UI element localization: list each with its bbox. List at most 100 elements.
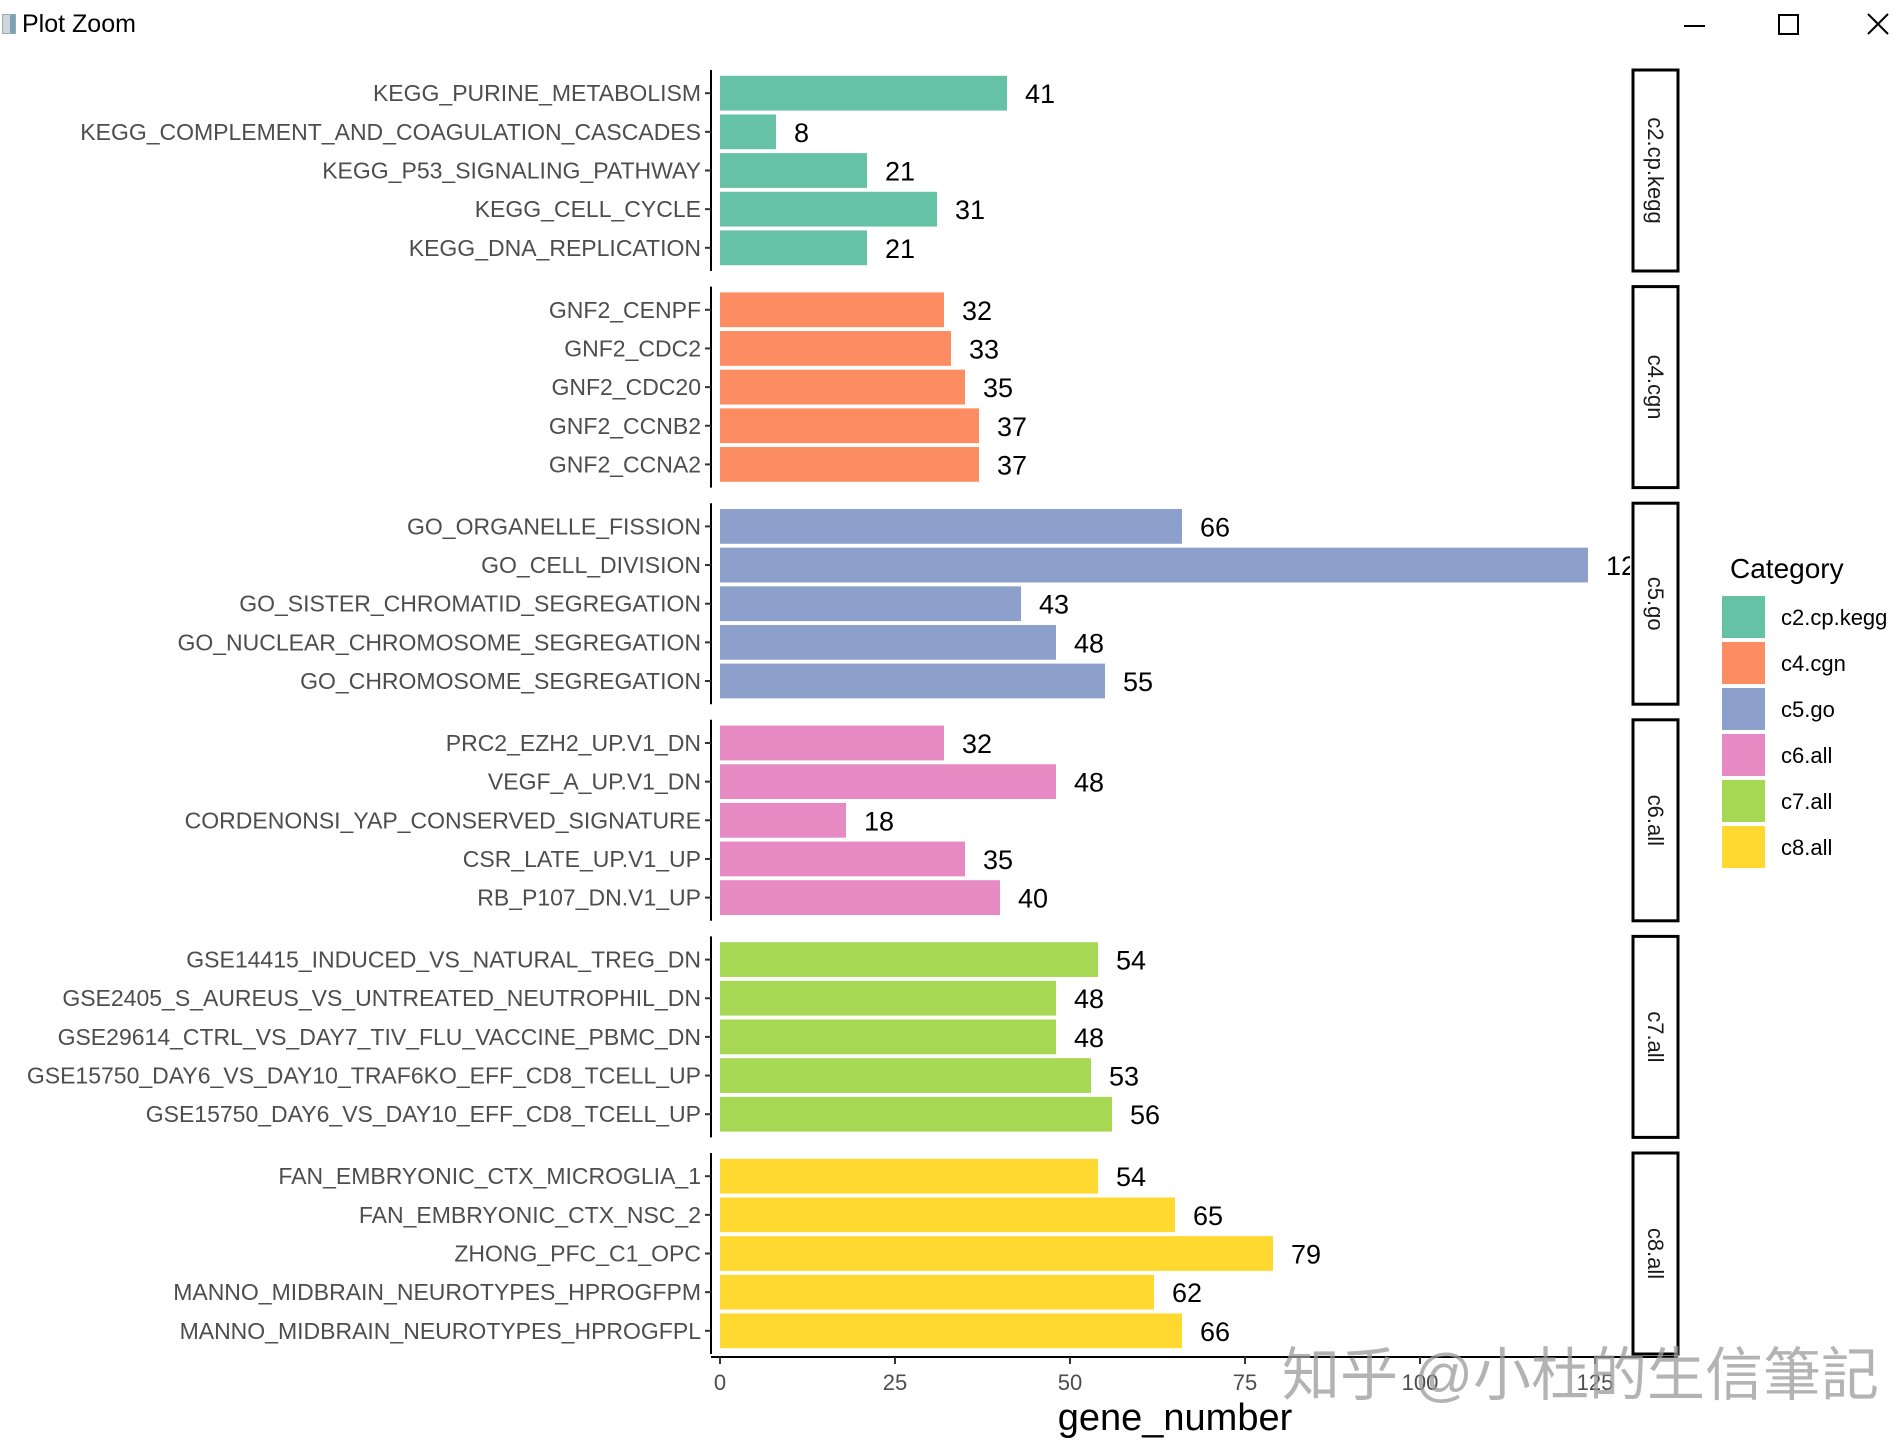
legend-label: c5.go bbox=[1781, 697, 1835, 722]
y-tick-label: MANNO_MIDBRAIN_NEUROTYPES_HPROGFPL bbox=[180, 1318, 702, 1344]
bar-value-label: 56 bbox=[1130, 1100, 1160, 1130]
y-tick-label: GSE15750_DAY6_VS_DAY10_EFF_CD8_TCELL_UP bbox=[146, 1101, 701, 1127]
bar-value-label: 37 bbox=[997, 412, 1027, 442]
y-tick-label: PRC2_EZH2_UP.V1_DN bbox=[446, 730, 701, 756]
bar-value-label: 32 bbox=[962, 729, 992, 759]
bar-value-label: 53 bbox=[1109, 1062, 1139, 1092]
legend: Category c2.cp.kegg c4.cgn c5.go c6.all c7.al… bbox=[1722, 553, 1887, 868]
legend-swatch bbox=[1722, 826, 1765, 868]
bar bbox=[720, 1158, 1098, 1194]
y-tick-label: KEGG_COMPLEMENT_AND_COAGULATION_CASCADES bbox=[80, 119, 701, 145]
x-tick-label: 75 bbox=[1233, 1370, 1257, 1395]
y-tick-label: CORDENONSI_YAP_CONSERVED_SIGNATURE bbox=[185, 807, 701, 833]
bar bbox=[720, 369, 965, 405]
y-tick-label: GSE15750_DAY6_VS_DAY10_TRAF6KO_EFF_CD8_T… bbox=[27, 1063, 701, 1089]
y-tick-label: MANNO_MIDBRAIN_NEUROTYPES_HPROGFPM bbox=[173, 1279, 701, 1305]
bar bbox=[720, 880, 1000, 916]
y-tick-label: GO_NUCLEAR_CHROMOSOME_SEGREGATION bbox=[177, 629, 701, 655]
chart-panels: KEGG_PURINE_METABOLISM 41 KEGG_COMPLEMENT_… bbox=[27, 68, 1680, 1356]
y-tick-label: VEGF_A_UP.V1_DN bbox=[488, 769, 701, 795]
legend-label: c7.all bbox=[1781, 789, 1832, 814]
bar bbox=[720, 725, 944, 761]
y-tick-label: CSR_LATE_UP.V1_UP bbox=[463, 846, 701, 872]
bar bbox=[720, 331, 951, 366]
bar bbox=[720, 114, 776, 150]
facet-panel-c8.all: FAN_EMBRYONIC_CTX_MICROGLIA_1 54 FAN_EMBRY… bbox=[173, 1151, 1680, 1356]
faceted-bar-chart: KEGG_PURINE_METABOLISM 41 KEGG_COMPLEMENT_… bbox=[27, 68, 1887, 1439]
bar bbox=[720, 508, 1182, 544]
facet-panel-c6.all: PRC2_EZH2_UP.V1_DN 32 VEGF_A_UP.V1_DN 48 COR… bbox=[185, 718, 1680, 923]
bar-value-label: 32 bbox=[962, 296, 992, 326]
bar bbox=[720, 1274, 1154, 1310]
bar-value-label: 40 bbox=[1018, 884, 1048, 914]
bar-value-label: 48 bbox=[1074, 1023, 1104, 1053]
y-tick-label: GNF2_CENPF bbox=[549, 297, 701, 323]
facet-strip-label: c7.all bbox=[1643, 1011, 1668, 1062]
x-tick-label: 0 bbox=[714, 1370, 726, 1395]
bar bbox=[720, 1019, 1056, 1055]
facet-strip-label: c4.cgn bbox=[1643, 355, 1668, 420]
x-tick-label: 50 bbox=[1058, 1370, 1082, 1395]
legend-swatch bbox=[1722, 642, 1765, 684]
y-tick-label: KEGG_PURINE_METABOLISM bbox=[373, 80, 701, 106]
facet-panel-c4.cgn: GNF2_CENPF 32 GNF2_CDC2 33 GNF2_CDC20 35 GNF2_… bbox=[549, 285, 1680, 490]
bar bbox=[720, 764, 1056, 800]
bar-value-label: 55 bbox=[1123, 667, 1153, 697]
bar-value-label: 8 bbox=[794, 118, 809, 148]
bar-value-label: 65 bbox=[1193, 1201, 1223, 1231]
bar bbox=[720, 1058, 1091, 1093]
bar-value-label: 21 bbox=[885, 234, 915, 264]
bar-value-label: 18 bbox=[864, 806, 894, 836]
y-tick-label: GO_SISTER_CHROMATID_SEGREGATION bbox=[239, 591, 701, 617]
y-tick-label: GO_CHROMOSOME_SEGREGATION bbox=[300, 668, 701, 694]
bar-value-label: 33 bbox=[969, 334, 999, 364]
legend-title: Category bbox=[1730, 553, 1844, 584]
bar-value-label: 31 bbox=[955, 195, 985, 225]
bar bbox=[720, 1096, 1112, 1132]
y-tick-label: ZHONG_PFC_C1_OPC bbox=[454, 1241, 701, 1267]
bar-value-label: 48 bbox=[1074, 628, 1104, 658]
bar bbox=[720, 586, 1021, 622]
facet-panel-c2.cp.kegg: KEGG_PURINE_METABOLISM 41 KEGG_COMPLEMENT_… bbox=[80, 68, 1680, 273]
bar-value-label: 66 bbox=[1200, 1317, 1230, 1347]
bar-value-label: 48 bbox=[1074, 768, 1104, 798]
y-tick-label: KEGG_CELL_CYCLE bbox=[475, 196, 701, 222]
bar-value-label: 48 bbox=[1074, 984, 1104, 1014]
bar bbox=[720, 1236, 1273, 1271]
bar-value-label: 43 bbox=[1039, 590, 1069, 620]
legend-label: c8.all bbox=[1781, 835, 1832, 860]
bar bbox=[720, 153, 867, 188]
bar bbox=[720, 1313, 1182, 1349]
bar-value-label: 35 bbox=[983, 373, 1013, 403]
y-tick-label: FAN_EMBRYONIC_CTX_NSC_2 bbox=[359, 1202, 701, 1228]
facet-panel-c7.all: GSE14415_INDUCED_VS_NATURAL_TREG_DN 54 GSE… bbox=[27, 934, 1680, 1139]
y-tick-label: KEGG_DNA_REPLICATION bbox=[409, 235, 701, 261]
bar-value-label: 54 bbox=[1116, 946, 1146, 976]
y-tick-label: GSE2405_S_AUREUS_VS_UNTREATED_NEUTROPHIL… bbox=[62, 985, 701, 1011]
x-tick-label: 25 bbox=[883, 1370, 907, 1395]
legend-swatch bbox=[1722, 596, 1765, 638]
bar bbox=[720, 624, 1056, 660]
x-axis-title: gene_number bbox=[1058, 1397, 1293, 1439]
y-tick-label: GSE14415_INDUCED_VS_NATURAL_TREG_DN bbox=[186, 947, 701, 973]
bar-value-label: 54 bbox=[1116, 1162, 1146, 1192]
y-tick-label: GNF2_CCNA2 bbox=[549, 451, 701, 477]
legend-label: c4.cgn bbox=[1781, 651, 1846, 676]
legend-swatch bbox=[1722, 734, 1765, 776]
bar bbox=[720, 980, 1056, 1016]
bar bbox=[720, 802, 846, 838]
y-tick-label: GNF2_CCNB2 bbox=[549, 413, 701, 439]
bar-value-label: 79 bbox=[1291, 1240, 1321, 1270]
bar bbox=[720, 75, 1007, 111]
watermark: 知乎 @小杜的生信筆記 bbox=[1282, 1343, 1879, 1408]
facet-panel-c5.go: GO_ORGANELLE_FISSION 66GO_CELL_DIVISION 12… bbox=[177, 501, 1680, 706]
bar bbox=[720, 191, 937, 227]
bar bbox=[720, 292, 944, 328]
bar bbox=[720, 408, 979, 444]
bar bbox=[720, 663, 1105, 699]
facet-strip-label: c8.all bbox=[1643, 1228, 1668, 1279]
y-tick-label: GO_ORGANELLE_FISSION bbox=[407, 513, 701, 539]
bar bbox=[720, 230, 867, 266]
facet-strip-label: c6.all bbox=[1643, 795, 1668, 846]
bar bbox=[720, 547, 1588, 583]
